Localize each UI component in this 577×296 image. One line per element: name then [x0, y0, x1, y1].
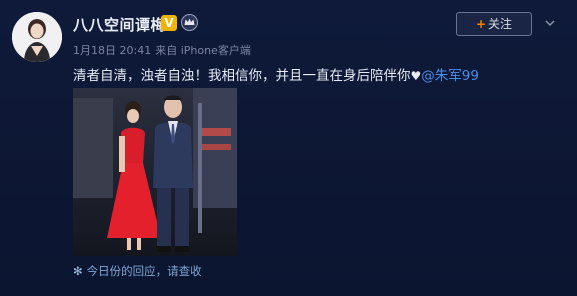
post-text-main: 清者自清，浊者自浊！我相信你，并且一直在身后陪伴你 [73, 68, 411, 84]
mention-link[interactable]: @朱军99 [421, 68, 479, 84]
reply-hint[interactable]: ✻ 今日份的回应，请查收 [73, 263, 202, 279]
post-text: 清者自清，浊者自浊！我相信你，并且一直在身后陪伴你♥@朱军99 [73, 64, 479, 84]
crown-icon [181, 14, 198, 31]
chevron-down-icon[interactable] [545, 18, 555, 28]
plus-icon: + [475, 17, 487, 31]
follow-button[interactable]: + 关注 [456, 12, 532, 36]
post-meta: 1月18日 20:41 来自 iPhone客户端 [73, 42, 251, 58]
weibo-post: 八八空间谭梅 V + 关注 1月18日 20:41 来自 iPhone客户端 清者自… [0, 0, 577, 296]
follow-label: 关注 [488, 17, 513, 31]
avatar[interactable] [12, 12, 62, 62]
post-source[interactable]: 来自 iPhone客户端 [155, 44, 251, 57]
reply-hint-label: 今日份的回应，请查收 [86, 264, 202, 278]
post-photo[interactable] [73, 88, 237, 256]
avatar-image [12, 12, 62, 62]
verified-badge-icon: V [161, 15, 177, 31]
photo-image [73, 88, 237, 256]
snowflake-icon: ✻ [73, 264, 83, 278]
heart-icon: ♥ [410, 69, 422, 83]
username[interactable]: 八八空间谭梅 [73, 14, 166, 35]
post-time[interactable]: 1月18日 20:41 [73, 44, 151, 57]
